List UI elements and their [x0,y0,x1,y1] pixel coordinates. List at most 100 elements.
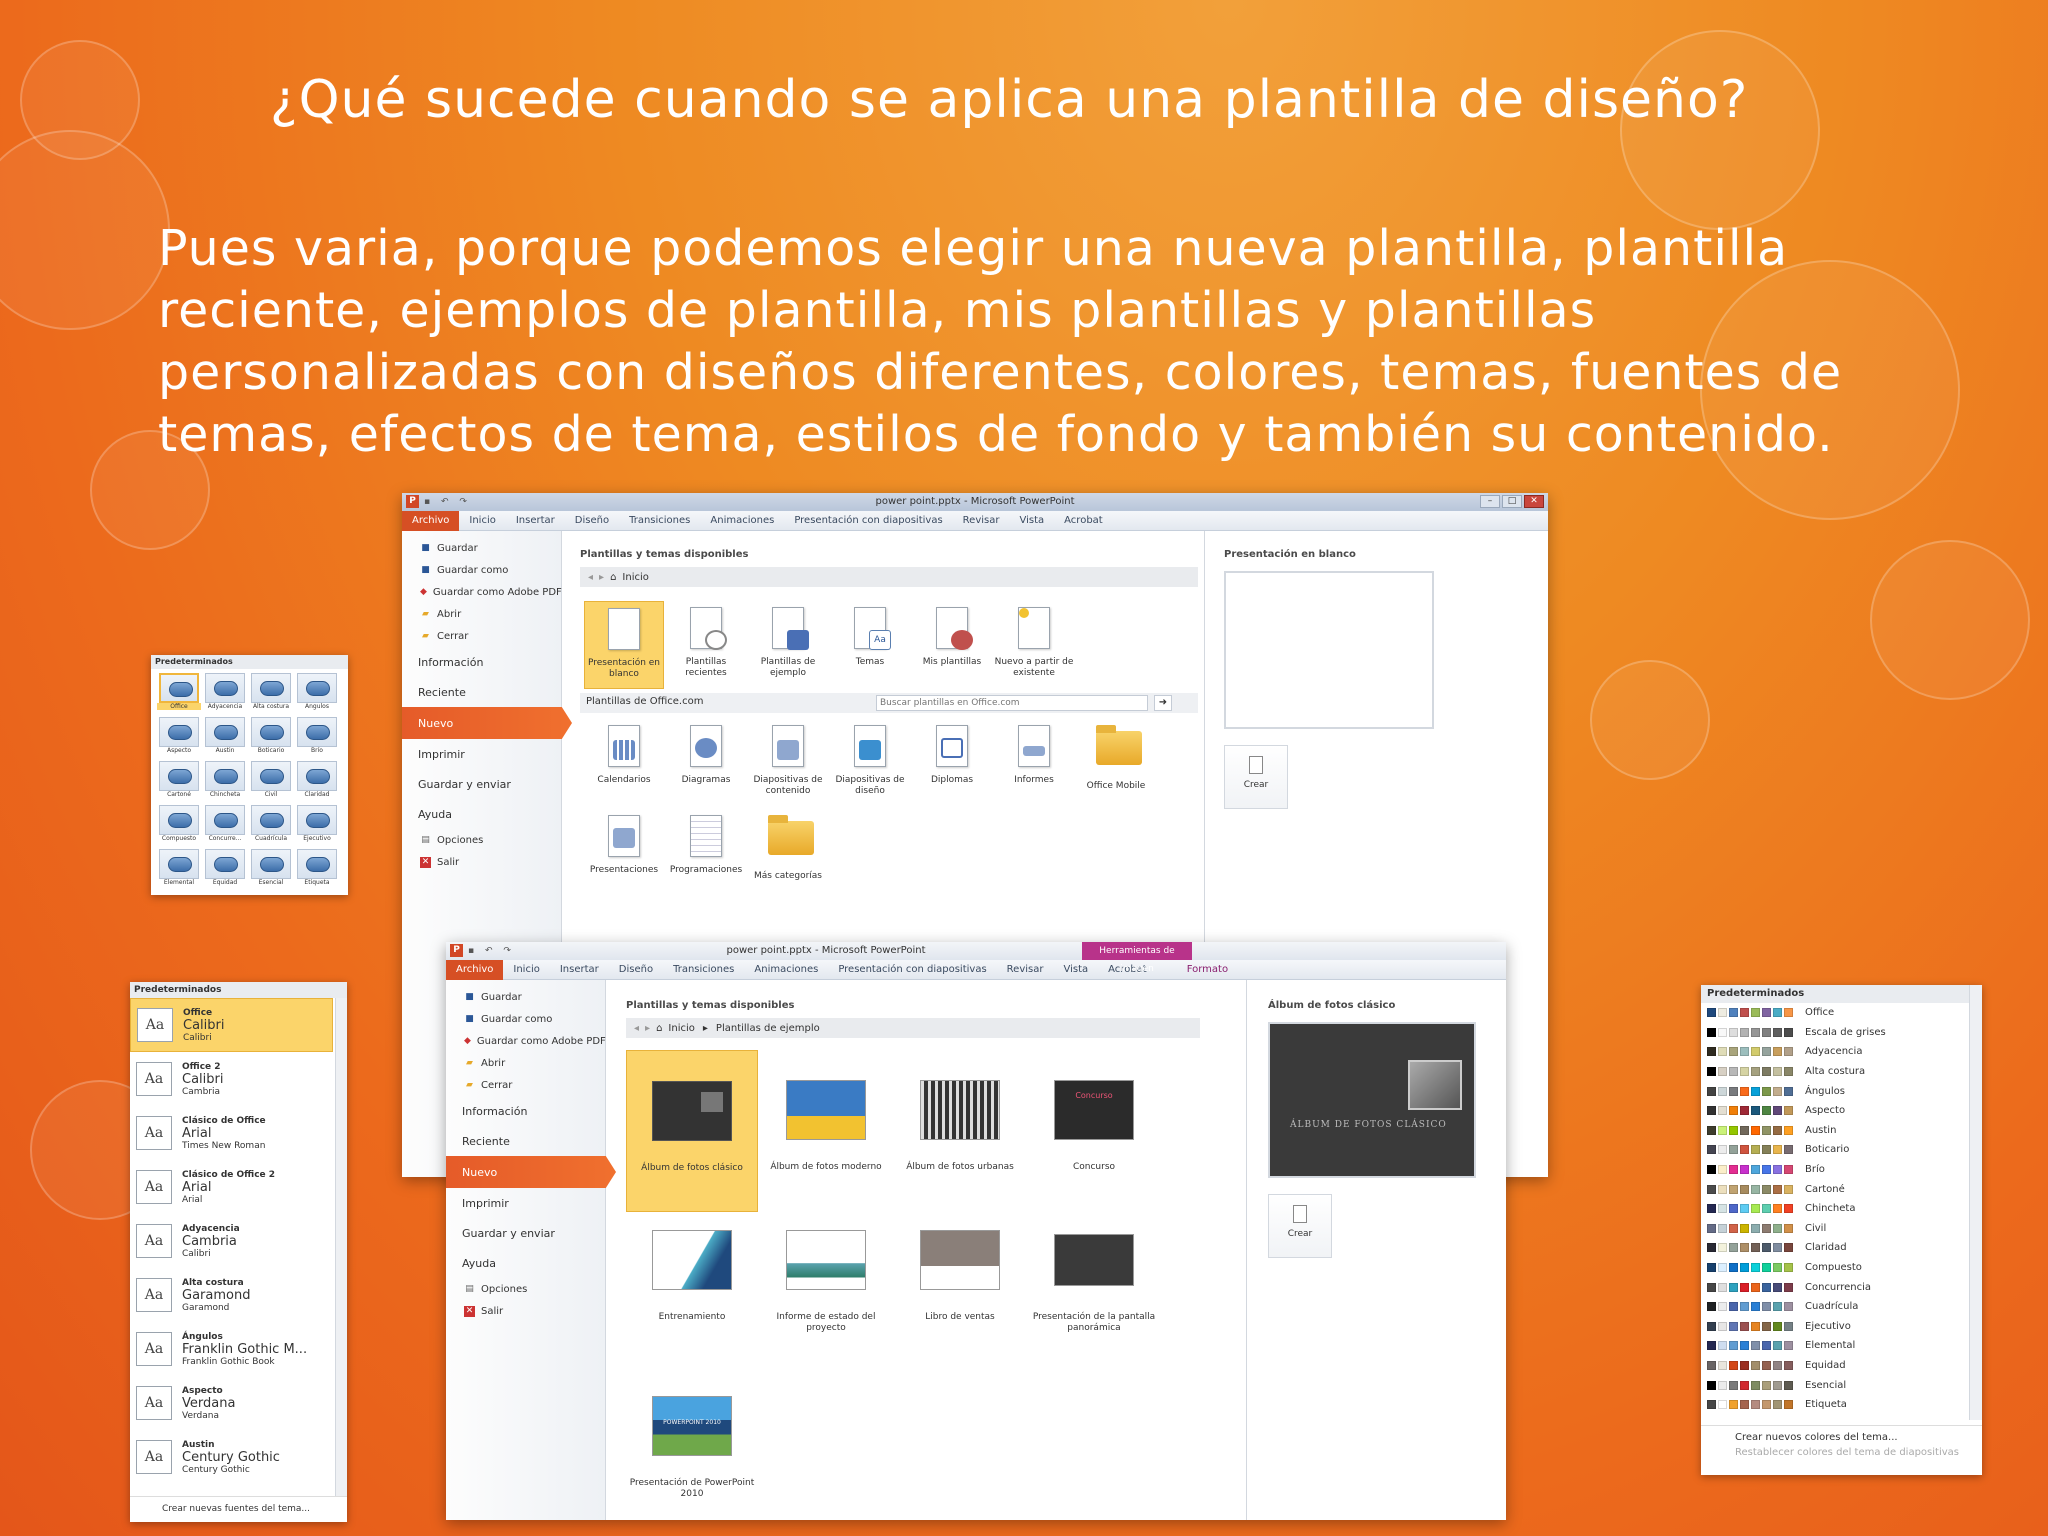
tab-archivo[interactable]: Archivo [446,959,504,980]
theme-option[interactable]: Claridad [295,761,339,803]
backstage-save-as[interactable]: ■ Guardar como [402,559,561,581]
maximize-button[interactable]: □ [1502,495,1522,508]
backstage-close[interactable]: ▰ Cerrar [446,1074,605,1096]
theme-option[interactable]: Equidad [203,849,247,891]
template-urban-album[interactable]: Álbum de fotos urbanas [894,1050,1026,1173]
tab-presentacion[interactable]: Presentación con diapositivas [828,964,996,975]
template-modern-album[interactable]: Álbum de fotos moderno [760,1050,892,1173]
theme-color-option[interactable]: Aspecto [1701,1101,1982,1121]
tab-transiciones[interactable]: Transiciones [619,515,700,526]
tile-presentations[interactable]: Presentaciones [584,815,664,876]
theme-option[interactable]: Chincheta [203,761,247,803]
theme-color-option[interactable]: Elemental [1701,1336,1982,1356]
tab-transiciones[interactable]: Transiciones [663,964,744,975]
theme-option[interactable]: Concurre... [203,805,247,847]
tab-acrobat[interactable]: Acrobat [1054,515,1113,526]
theme-font-option[interactable]: Aa Office Calibri Calibri [130,998,333,1052]
theme-option[interactable]: Boticario [249,717,293,759]
theme-color-option[interactable]: Claridad [1701,1238,1982,1258]
tile-my-templates[interactable]: Mis plantillas [912,607,992,668]
tab-vista[interactable]: Vista [1053,964,1098,975]
template-sales-book[interactable]: Libro de ventas [894,1214,1026,1323]
tab-archivo[interactable]: Archivo [402,510,460,531]
tab-diseno[interactable]: Diseño [565,515,619,526]
tab-presentacion[interactable]: Presentación con diapositivas [784,515,952,526]
tab-animaciones[interactable]: Animaciones [700,515,784,526]
tab-animaciones[interactable]: Animaciones [744,964,828,975]
theme-option[interactable]: Cuadrícula [249,805,293,847]
backstage-open[interactable]: ▰ Abrir [402,603,561,625]
tab-formato[interactable]: Formato [1177,964,1238,975]
template-ppt-2010[interactable]: POWERPOINT 2010 Presentación de PowerPoi… [626,1376,758,1500]
theme-option[interactable]: Elemental [157,849,201,891]
theme-option[interactable]: Alta costura [249,673,293,715]
backstage-print[interactable]: Imprimir [446,1188,605,1218]
theme-option[interactable]: Austin [203,717,247,759]
theme-font-option[interactable]: Aa Office 2 Calibri Cambria [130,1052,333,1106]
backstage-new[interactable]: Nuevo [402,707,572,739]
tab-inicio[interactable]: Inicio [459,515,505,526]
theme-color-option[interactable]: Cuadrícula [1701,1297,1982,1317]
tile-schedules[interactable]: Programaciones [666,815,746,876]
theme-option[interactable]: Aspecto [157,717,201,759]
theme-color-option[interactable]: Etiqueta [1701,1395,1982,1415]
backstage-new[interactable]: Nuevo [446,1156,616,1188]
backstage-save-pdf[interactable]: ◆ Guardar como Adobe PDF [402,581,562,603]
tile-themes[interactable]: Aa Temas [830,607,910,668]
theme-color-option[interactable]: Alta costura [1701,1062,1982,1082]
backstage-exit[interactable]: ✕ Salir [402,851,561,873]
backstage-share[interactable]: Guardar y enviar [402,769,561,799]
minimize-button[interactable]: – [1480,495,1500,508]
create-theme-fonts-link[interactable]: Crear nuevas fuentes del tema... [130,1496,347,1522]
breadcrumb-home[interactable]: Inicio [668,1023,694,1034]
theme-color-option[interactable]: Civil [1701,1219,1982,1239]
theme-color-option[interactable]: Escala de grises [1701,1023,1982,1043]
tab-inicio[interactable]: Inicio [503,964,549,975]
template-contest[interactable]: Concurso Concurso [1028,1050,1160,1173]
theme-color-option[interactable]: Compuesto [1701,1258,1982,1278]
tile-calendars[interactable]: Calendarios [584,725,664,786]
backstage-help[interactable]: Ayuda [446,1248,605,1278]
search-go-button[interactable]: ➜ [1154,695,1172,711]
backstage-save[interactable]: ■ Guardar [402,537,561,559]
theme-color-option[interactable]: Equidad [1701,1356,1982,1376]
tab-insertar[interactable]: Insertar [550,964,609,975]
backstage-info[interactable]: Información [446,1096,605,1126]
theme-font-option[interactable]: Aa Clásico de Office 2 Arial Arial [130,1160,333,1214]
tile-recent-templates[interactable]: Plantillas recientes [666,607,746,679]
theme-option[interactable]: Compuesto [157,805,201,847]
theme-color-option[interactable]: Cartoné [1701,1179,1982,1199]
theme-font-option[interactable]: Aa Austin Century Gothic Century Gothic [130,1430,333,1484]
theme-font-option[interactable]: Aa Ángulos Franklin Gothic M... Franklin Go… [130,1322,333,1376]
backstage-help[interactable]: Ayuda [402,799,561,829]
template-project-status[interactable]: Informe de estado del proyecto [760,1214,892,1334]
theme-color-option[interactable]: Adyacencia [1701,1042,1982,1062]
create-theme-colors-link[interactable]: Crear nuevos colores del tema... [1701,1425,1982,1443]
theme-option[interactable]: Civil [249,761,293,803]
theme-font-option[interactable]: Aa Clásico de Office Arial Times New Roman [130,1106,333,1160]
theme-font-option[interactable]: Aa Adyacencia Cambria Calibri [130,1214,333,1268]
backstage-recent[interactable]: Reciente [402,677,561,707]
theme-color-option[interactable]: Boticario [1701,1140,1982,1160]
theme-option[interactable]: Cartoné [157,761,201,803]
theme-option[interactable]: Etiqueta [295,849,339,891]
theme-color-option[interactable]: Ejecutivo [1701,1317,1982,1337]
tile-blank-presentation[interactable]: Presentación en blanco [584,601,664,689]
tile-more-categories[interactable]: Más categorías [748,815,828,882]
backstage-options[interactable]: ▤ Opciones [402,829,561,851]
backstage-exit[interactable]: ✕ Salir [446,1300,605,1322]
template-training[interactable]: Entrenamiento [626,1214,758,1323]
tile-design-slides[interactable]: Diapositivas de diseño [830,725,910,797]
theme-option[interactable]: Office [157,673,201,715]
backstage-print[interactable]: Imprimir [402,739,561,769]
theme-color-option[interactable]: Austin [1701,1121,1982,1141]
tile-diagrams[interactable]: Diagramas [666,725,746,786]
create-button[interactable]: Crear [1268,1194,1332,1258]
fonts-scrollbar[interactable] [335,998,347,1496]
theme-color-option[interactable]: Concurrencia [1701,1277,1982,1297]
theme-option[interactable]: Ángulos [295,673,339,715]
forward-arrow-icon[interactable]: ▸ [645,1023,650,1034]
colors-scrollbar[interactable] [1969,985,1982,1420]
template-classic-album[interactable]: Álbum de fotos clásico [626,1050,758,1212]
backstage-save-pdf[interactable]: ◆ Guardar como Adobe PDF [446,1030,606,1052]
